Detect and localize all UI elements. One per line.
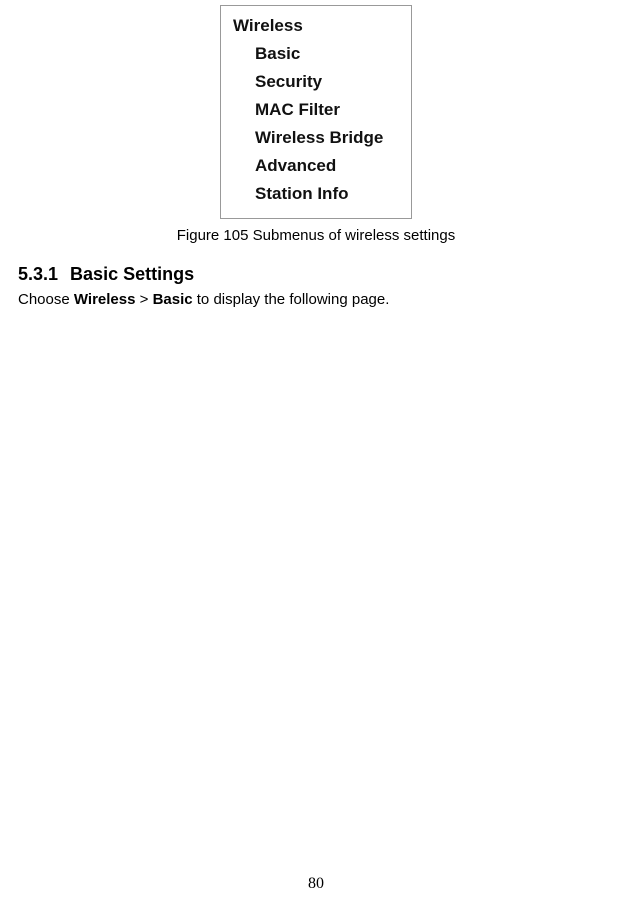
menu-item-security: Security (233, 68, 411, 96)
wireless-submenu-box: Wireless Basic Security MAC Filter Wirel… (220, 5, 412, 219)
section-number: 5.3.1 (18, 264, 58, 284)
figure-caption: Figure 105 Submenus of wireless settings (0, 227, 632, 244)
body-separator: > (135, 291, 152, 308)
menu-item-station-info: Station Info (233, 180, 411, 208)
menu-parent-wireless: Wireless (233, 12, 411, 40)
body-prefix: Choose (18, 291, 74, 308)
body-bold-basic: Basic (153, 291, 193, 308)
body-suffix: to display the following page. (193, 291, 390, 308)
menu-item-wireless-bridge: Wireless Bridge (233, 124, 411, 152)
menu-item-advanced: Advanced (233, 152, 411, 180)
section-title: Basic Settings (70, 264, 194, 284)
page-number: 80 (0, 875, 632, 893)
menu-item-basic: Basic (233, 40, 411, 68)
menu-item-mac-filter: MAC Filter (233, 96, 411, 124)
section-heading: 5.3.1 Basic Settings (18, 264, 632, 285)
body-paragraph: Choose Wireless > Basic to display the f… (18, 289, 632, 310)
body-bold-wireless: Wireless (74, 291, 136, 308)
